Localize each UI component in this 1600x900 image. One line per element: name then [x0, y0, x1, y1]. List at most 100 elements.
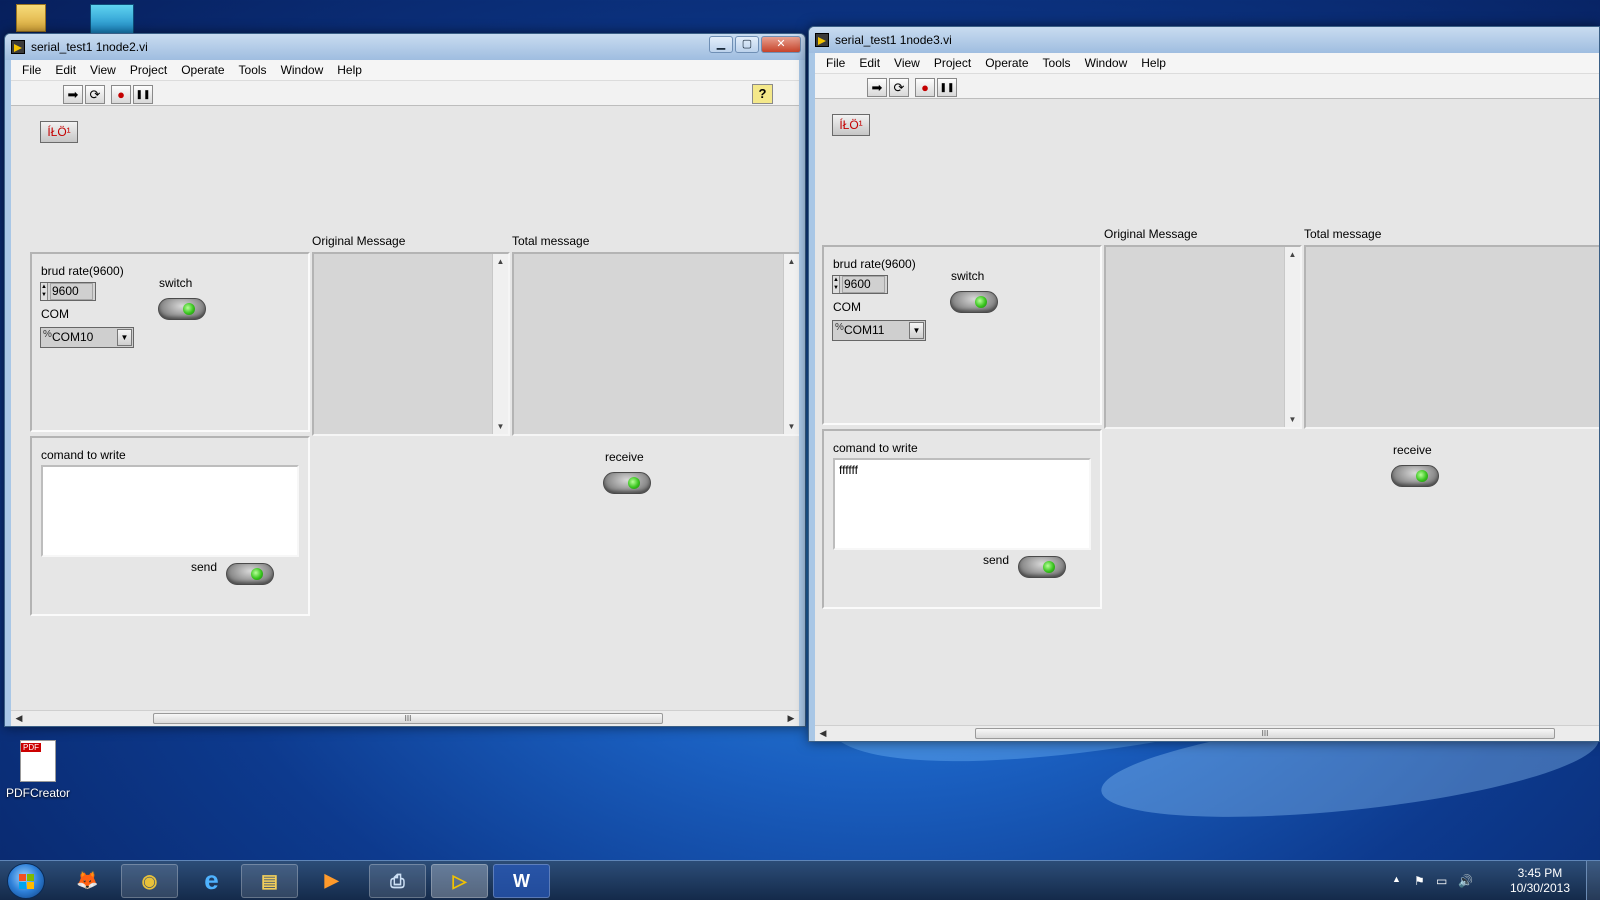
chrome-icon[interactable]: ◉	[121, 864, 178, 898]
horizontal-scrollbar[interactable]: ◀ III	[815, 725, 1599, 741]
com-port-select[interactable]: % COM11 ▼	[832, 320, 926, 341]
chevron-down-icon[interactable]: ▼	[117, 329, 132, 346]
baud-rate-value[interactable]: 9600	[842, 276, 885, 293]
menu-tools[interactable]: Tools	[1036, 56, 1078, 70]
menu-view[interactable]: View	[887, 56, 927, 70]
vertical-scrollbar[interactable]: ▲ ▼	[783, 254, 799, 434]
vertical-scrollbar[interactable]: ▲ ▼	[492, 254, 508, 434]
menu-help[interactable]: Help	[1134, 56, 1173, 70]
vertical-scrollbar[interactable]: ▲ ▼	[1284, 247, 1300, 427]
pdfcreator-desktop-icon[interactable]: PDF PDFCreator	[4, 740, 72, 800]
menu-window[interactable]: Window	[274, 63, 331, 77]
scroll-left-icon[interactable]: ◀	[13, 713, 25, 724]
command-to-write-input[interactable]: ffffff	[833, 458, 1091, 550]
clock[interactable]: 3:45 PM 10/30/2013	[1510, 866, 1570, 896]
close-button[interactable]: ✕	[761, 36, 801, 53]
window-node3[interactable]: serial_test1 1node3.vi File Edit View Pr…	[808, 26, 1600, 742]
internet-explorer-icon[interactable]: e	[183, 864, 240, 898]
switch-button[interactable]	[158, 298, 206, 320]
labview-icon[interactable]: ▷	[431, 864, 488, 898]
network-printer-icon[interactable]: ⎙	[369, 864, 426, 898]
com-label: COM	[41, 307, 69, 321]
serial-config-cluster: brud rate(9600) ▲ ▼ 9600 switch COM % COM…	[822, 245, 1102, 425]
visa-resource-icon: %	[43, 329, 52, 340]
scroll-left-icon[interactable]: ◀	[817, 728, 829, 739]
abort-icon[interactable]: ●	[111, 85, 131, 104]
minimize-button[interactable]: ▁	[709, 36, 733, 53]
menu-project[interactable]: Project	[927, 56, 978, 70]
network-desktop-icon[interactable]	[90, 4, 134, 34]
start-button[interactable]	[7, 863, 45, 899]
increment-arrows-icon[interactable]: ▲ ▼	[41, 283, 48, 300]
baud-rate-value[interactable]: 9600	[50, 283, 93, 300]
run-continuously-icon[interactable]: ⟳	[889, 78, 909, 97]
com-port-select[interactable]: % COM10 ▼	[40, 327, 134, 348]
front-panel: ÍŁÖ¹ brud rate(9600) ▲ ▼ 9600 switch COM …	[815, 99, 1599, 725]
send-label: send	[983, 553, 1010, 567]
com-port-value: COM10	[52, 330, 94, 344]
show-desktop-button[interactable]	[1586, 861, 1600, 900]
menu-window[interactable]: Window	[1078, 56, 1135, 70]
firefox-icon[interactable]: 🦊	[59, 864, 116, 898]
labview-vi-icon	[11, 40, 25, 54]
windows-logo-icon	[19, 882, 26, 889]
run-continuously-icon[interactable]: ⟳	[85, 85, 105, 104]
scroll-down-icon[interactable]: ▼	[784, 422, 799, 431]
menu-view[interactable]: View	[83, 63, 123, 77]
baud-rate-control[interactable]: ▲ ▼ 9600	[40, 282, 96, 301]
volume-icon[interactable]: 🔊	[1458, 874, 1473, 888]
chevron-down-icon[interactable]: ▼	[909, 322, 924, 339]
command-to-write-input[interactable]	[41, 465, 299, 557]
menu-file[interactable]: File	[15, 63, 48, 77]
increment-arrows-icon[interactable]: ▲ ▼	[833, 276, 840, 293]
horizontal-scrollbar[interactable]: ◀ III ▶	[11, 710, 799, 726]
scroll-up-icon[interactable]: ▲	[1285, 250, 1300, 259]
folder-desktop-icon[interactable]	[16, 4, 46, 32]
abort-icon[interactable]: ●	[915, 78, 935, 97]
menu-file[interactable]: File	[819, 56, 852, 70]
window-node2[interactable]: serial_test1 1node2.vi ▁ ▢ ✕ File Edit V…	[4, 33, 806, 727]
send-button[interactable]	[1018, 556, 1066, 578]
system-tray: ▲ ⚑ ▭ 🔊 3:45 PM 10/30/2013	[1370, 861, 1600, 900]
menu-project[interactable]: Project	[123, 63, 174, 77]
total-message-label: Total message	[512, 234, 590, 248]
com-label: COM	[833, 300, 861, 314]
send-button[interactable]	[226, 563, 274, 585]
context-help-icon[interactable]: ?	[752, 84, 773, 104]
pause-icon[interactable]: ❚❚	[937, 78, 957, 97]
scroll-up-icon[interactable]: ▲	[784, 257, 799, 266]
scroll-up-icon[interactable]: ▲	[493, 257, 508, 266]
media-player-icon[interactable]: ▶	[303, 864, 360, 898]
run-arrow-icon[interactable]: ➡	[867, 78, 887, 97]
menu-help[interactable]: Help	[330, 63, 369, 77]
menu-edit[interactable]: Edit	[48, 63, 83, 77]
scroll-down-icon[interactable]: ▼	[1285, 415, 1300, 424]
receive-button[interactable]	[603, 472, 651, 494]
maximize-button[interactable]: ▢	[735, 36, 759, 53]
file-explorer-icon[interactable]: ▤	[241, 864, 298, 898]
action-center-flag-icon[interactable]: ⚑	[1414, 874, 1425, 888]
run-arrow-icon[interactable]: ➡	[63, 85, 83, 104]
title-bar[interactable]: serial_test1 1node2.vi ▁ ▢ ✕	[5, 34, 805, 60]
menu-operate[interactable]: Operate	[978, 56, 1035, 70]
receive-button[interactable]	[1391, 465, 1439, 487]
baud-rate-control[interactable]: ▲ ▼ 9600	[832, 275, 888, 294]
switch-button[interactable]	[950, 291, 998, 313]
stop-button[interactable]: ÍŁÖ¹	[832, 114, 870, 136]
menu-operate[interactable]: Operate	[174, 63, 231, 77]
tray-chevron-icon[interactable]: ▲	[1392, 874, 1401, 884]
title-bar[interactable]: serial_test1 1node3.vi	[809, 27, 1599, 53]
scroll-right-icon[interactable]: ▶	[785, 713, 797, 724]
word-icon[interactable]: W	[493, 864, 550, 898]
scroll-thumb[interactable]: III	[975, 728, 1555, 739]
pause-icon[interactable]: ❚❚	[133, 85, 153, 104]
network-icon[interactable]: ▭	[1436, 874, 1447, 888]
scroll-thumb[interactable]: III	[153, 713, 663, 724]
menu-tools[interactable]: Tools	[232, 63, 274, 77]
menu-edit[interactable]: Edit	[852, 56, 887, 70]
menu-bar: File Edit View Project Operate Tools Win…	[815, 53, 1599, 73]
original-message-indicator: ▲ ▼	[312, 252, 510, 436]
stop-button[interactable]: ÍŁÖ¹	[40, 121, 78, 143]
switch-label: switch	[951, 269, 985, 283]
scroll-down-icon[interactable]: ▼	[493, 422, 508, 431]
